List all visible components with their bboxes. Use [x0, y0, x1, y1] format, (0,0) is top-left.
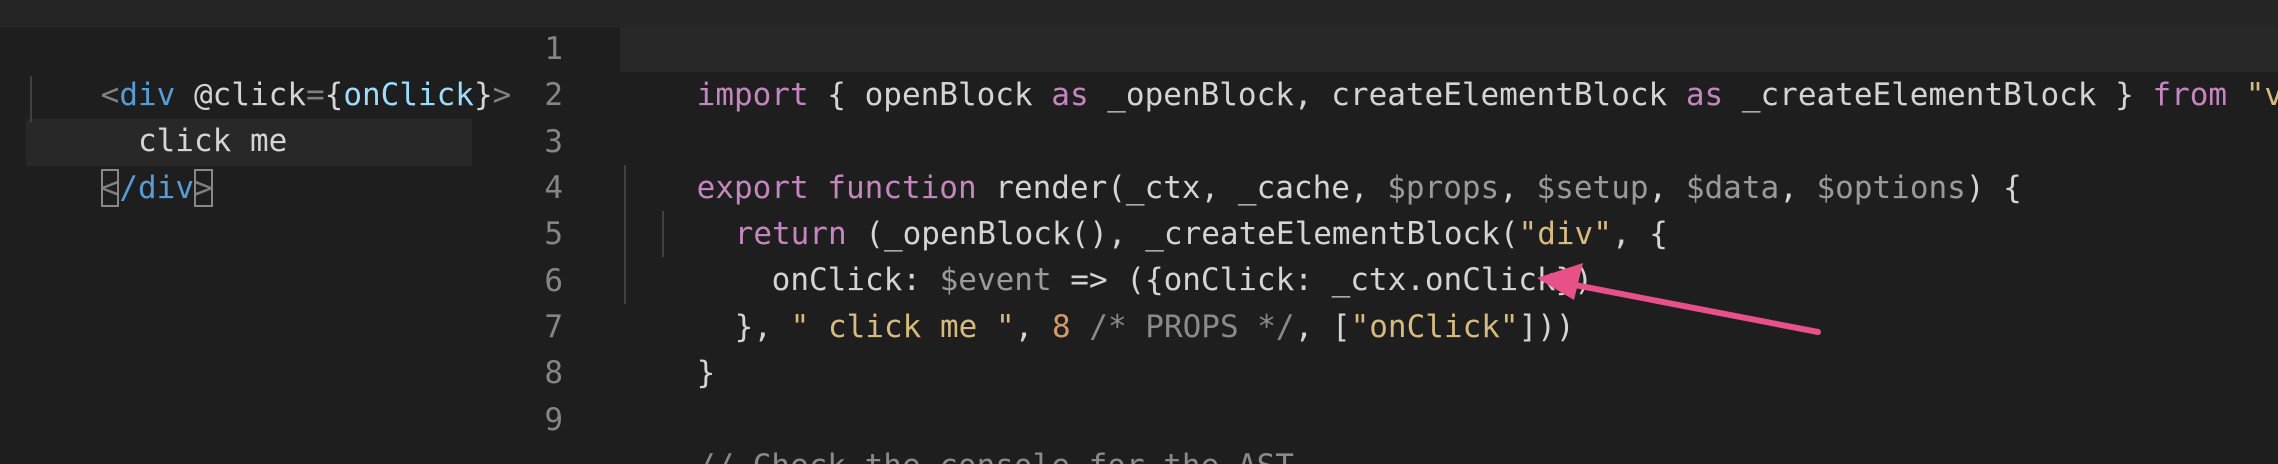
arrow-shaft [1567, 281, 1821, 335]
arrow-head [1537, 263, 1583, 300]
annotation-arrow [1537, 263, 1821, 335]
